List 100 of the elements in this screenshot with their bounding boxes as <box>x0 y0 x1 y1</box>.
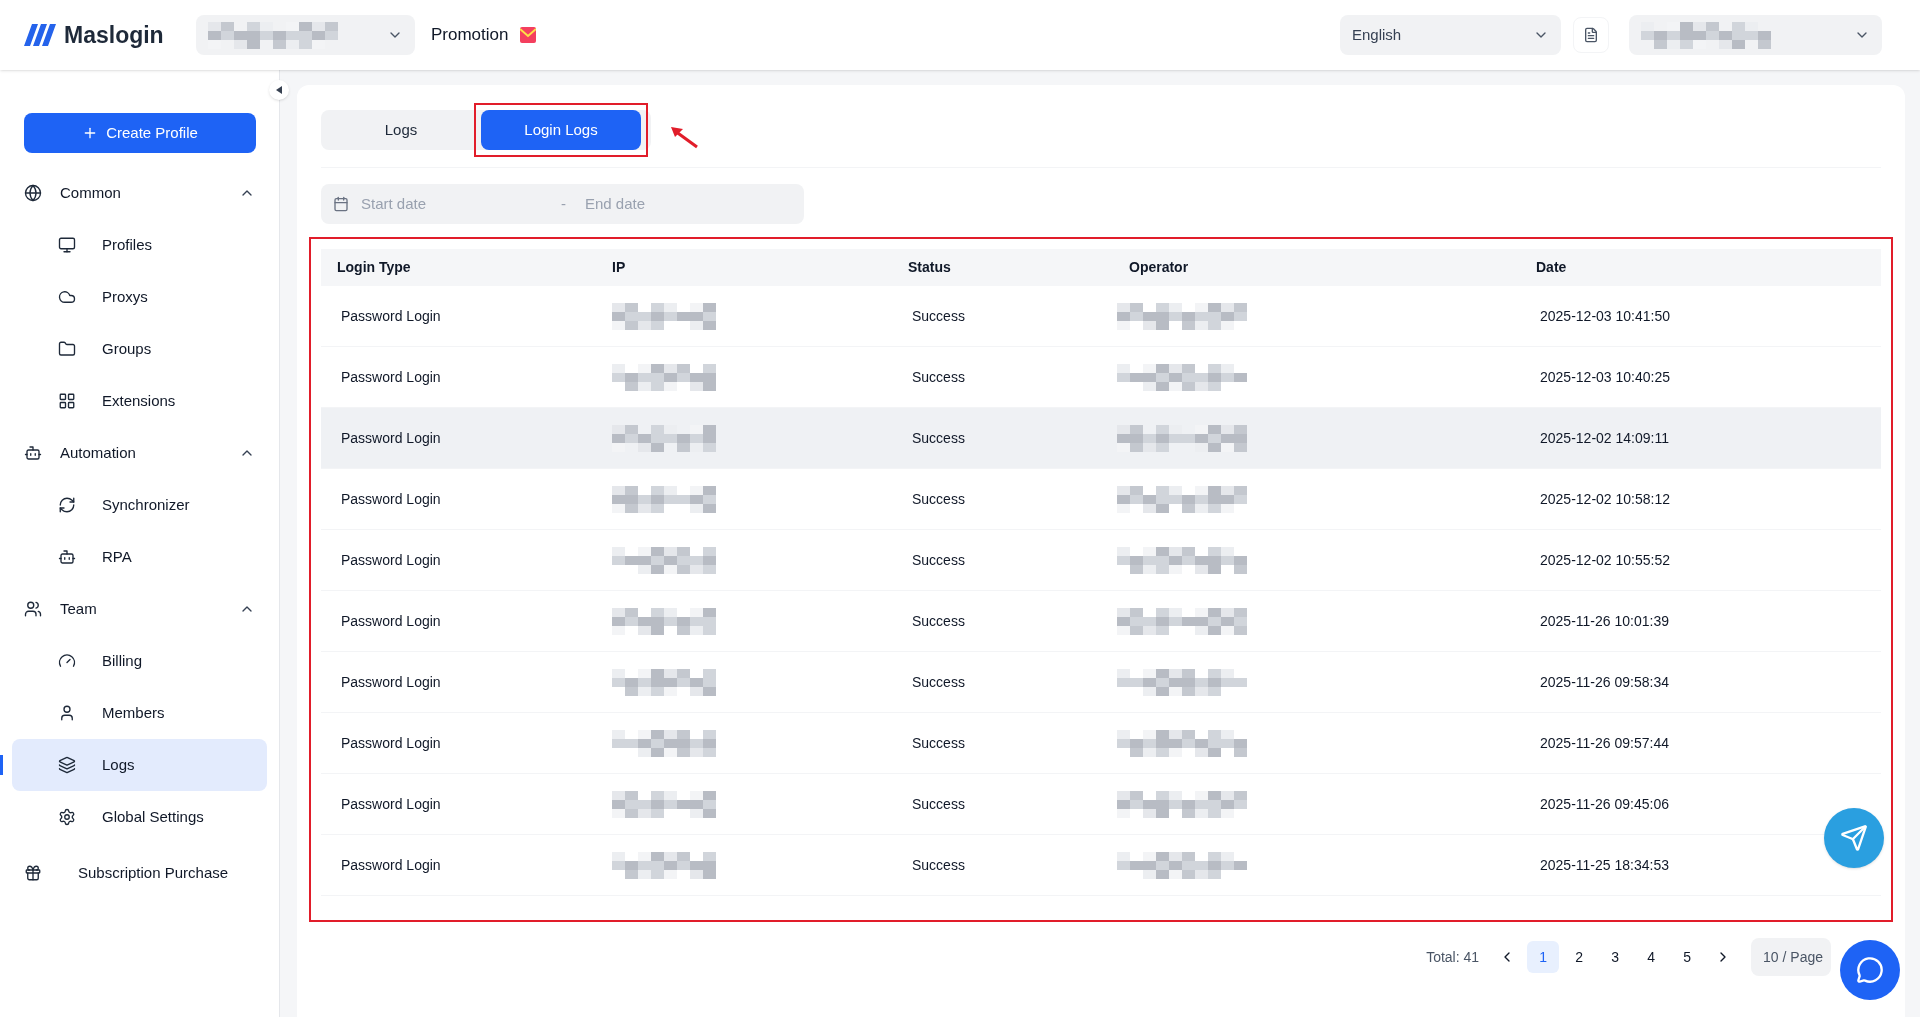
nav-item-label: Extensions <box>102 390 176 411</box>
nav-group-header[interactable]: Common <box>12 167 267 219</box>
table-cell: Success <box>912 307 965 324</box>
robot-icon <box>58 548 76 566</box>
table-cell: 2025-11-26 09:45:06 <box>1540 795 1669 812</box>
users-icon <box>24 600 42 618</box>
table-cell: Success <box>912 856 965 873</box>
page-button[interactable]: 4 <box>1635 941 1668 973</box>
table-cell: Password Login <box>341 551 441 568</box>
nav-item[interactable]: Groups <box>12 323 267 375</box>
workspace-select[interactable] <box>196 15 415 55</box>
envelope-icon <box>520 27 537 43</box>
paper-plane-icon <box>1840 824 1868 852</box>
nav-item[interactable]: Subscription Purchase <box>12 847 267 899</box>
nav-item[interactable]: Synchronizer <box>12 479 267 531</box>
gauge-icon <box>58 652 76 670</box>
nav-item-label: Proxys <box>102 286 148 307</box>
sync-icon <box>58 496 76 514</box>
monitor-icon <box>58 236 76 254</box>
nav-group-label: Common <box>60 182 121 203</box>
nav-item-label: Billing <box>102 650 143 671</box>
cloud-icon <box>58 288 76 306</box>
table-cell: Password Login <box>341 734 441 751</box>
nav-item[interactable]: Extensions <box>12 375 267 427</box>
column-header: Date <box>1536 259 1567 275</box>
page-size-select[interactable]: 10 / Page <box>1751 938 1831 976</box>
layers-icon <box>58 756 76 774</box>
table-cell: 2025-11-25 18:34:53 <box>1540 856 1669 873</box>
column-header: Login Type <box>337 259 411 275</box>
nav-group-label: Team <box>60 598 97 619</box>
table-cell: Password Login <box>341 368 441 385</box>
table-cell: Success <box>912 612 965 629</box>
nav-item-label: Synchronizer <box>102 494 190 515</box>
chat-bubble-icon <box>1856 956 1884 984</box>
table-cell: Success <box>912 795 965 812</box>
table-cell: Password Login <box>341 307 441 324</box>
promotion-link[interactable]: Promotion <box>431 22 537 48</box>
annotation-arrow <box>669 125 699 149</box>
nav-item-label: RPA <box>102 546 132 567</box>
table-cell: Password Login <box>341 795 441 812</box>
page-button[interactable]: 2 <box>1563 941 1596 973</box>
column-header: Operator <box>1129 259 1189 275</box>
table-cell: 2025-12-02 14:09:11 <box>1540 429 1669 446</box>
document-button[interactable] <box>1573 17 1609 53</box>
nav-group-header[interactable]: Automation <box>12 427 267 479</box>
tab[interactable]: Login Logs <box>481 110 641 150</box>
table-cell: 2025-11-26 09:58:34 <box>1540 673 1669 690</box>
page-button[interactable]: 5 <box>1671 941 1704 973</box>
calendar-icon <box>333 196 349 212</box>
nav-item[interactable]: RPA <box>12 531 267 583</box>
language-select[interactable]: English <box>1340 15 1561 55</box>
table-cell: Password Login <box>341 856 441 873</box>
logo-text: Maslogin <box>64 20 164 50</box>
nav-item-label: Logs <box>102 754 135 775</box>
document-icon <box>1583 27 1599 43</box>
table-cell: Password Login <box>341 490 441 507</box>
table-cell: Success <box>912 673 965 690</box>
settings-icon <box>58 808 76 826</box>
globe-icon <box>24 184 42 202</box>
nav-item-label: Profiles <box>102 234 153 255</box>
collapse-sidebar-button[interactable] <box>269 80 289 100</box>
active-indicator <box>0 755 3 775</box>
range-separator: - <box>561 193 567 214</box>
caret-left-icon <box>276 86 282 94</box>
table-cell: 2025-12-03 10:41:50 <box>1540 307 1670 324</box>
grid-icon <box>58 392 76 410</box>
nav-item-label: Global Settings <box>102 806 204 827</box>
start-date-placeholder: Start date <box>361 193 428 214</box>
table-cell: Success <box>912 551 965 568</box>
create-profile-button[interactable]: Create Profile <box>24 113 256 153</box>
column-header: Status <box>908 259 951 275</box>
table-cell: Password Login <box>341 673 441 690</box>
nav-item[interactable]: Profiles <box>12 219 267 271</box>
page-button[interactable]: 3 <box>1599 941 1632 973</box>
nav-item[interactable]: Members <box>12 687 267 739</box>
table-cell: 2025-12-02 10:55:52 <box>1540 551 1670 568</box>
folder-icon <box>58 340 76 358</box>
nav-item[interactable]: Billing <box>12 635 267 687</box>
nav-group-label: Automation <box>60 442 136 463</box>
page-button[interactable]: 1 <box>1527 941 1560 973</box>
account-select[interactable] <box>1629 15 1882 55</box>
table-cell: Success <box>912 734 965 751</box>
nav-item[interactable]: Proxys <box>12 271 267 323</box>
table-cell: Password Login <box>341 612 441 629</box>
nav-item[interactable]: Logs <box>12 739 267 791</box>
nav-item-label: Groups <box>102 338 152 359</box>
nav-group-header[interactable]: Team <box>12 583 267 635</box>
end-date-placeholder: End date <box>585 193 646 214</box>
gift-icon <box>24 864 42 882</box>
tab[interactable]: Logs <box>321 110 481 150</box>
logo-icon <box>24 24 56 46</box>
nav-item[interactable]: Global Settings <box>12 791 267 843</box>
column-header: IP <box>612 259 626 275</box>
table-cell: Success <box>912 490 965 507</box>
table-cell: Password Login <box>341 429 441 446</box>
nav-item-label: Members <box>102 702 165 723</box>
table-cell: 2025-12-03 10:40:25 <box>1540 368 1670 385</box>
table-cell: Success <box>912 368 965 385</box>
table-cell: 2025-11-26 09:57:44 <box>1540 734 1669 751</box>
table-cell: 2025-11-26 10:01:39 <box>1540 612 1669 629</box>
